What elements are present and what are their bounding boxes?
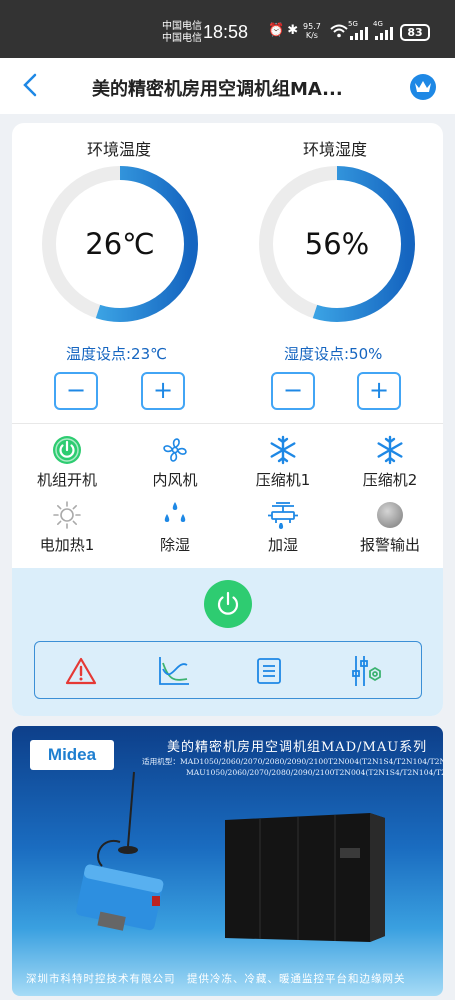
- fan-icon: [120, 435, 230, 465]
- status-electric-heater-1: 电加热1: [12, 500, 122, 555]
- power-icon: [217, 591, 239, 615]
- snowflake-icon: [228, 435, 338, 465]
- status-label: 压缩机2: [362, 471, 418, 489]
- heater-icon: [12, 500, 122, 530]
- status-humidify: 加湿: [228, 500, 338, 555]
- trend-chart-icon: [159, 657, 189, 685]
- alarm-clock-icon: ⏰: [268, 23, 288, 38]
- humidity-label: 环境湿度: [303, 140, 368, 159]
- carrier-1: 中国电信: [162, 21, 202, 32]
- signal-5g-icon: 5G: [348, 20, 370, 45]
- temperature-setpoint: 温度设点:23℃: [66, 345, 167, 363]
- alarm-warning-icon: [65, 657, 97, 685]
- status-alarm-output: 报警输出: [335, 500, 443, 555]
- page-title: 美的精密机房用空调机组MA...: [92, 79, 343, 100]
- device-status-card: 环境温度 26℃ 温度设点:23℃ − + 环境湿度 56% 湿度设点:50% …: [12, 123, 443, 716]
- network-speed-value: 95.7: [303, 22, 321, 31]
- temperature-decrease-button[interactable]: −: [54, 372, 98, 410]
- water-drops-icon: [120, 500, 230, 530]
- gateway-device-image: [76, 771, 164, 931]
- carrier-names: 中国电信 中国电信: [162, 21, 202, 45]
- status-dehumidify: 除湿: [120, 500, 230, 555]
- status-label: 压缩机1: [255, 471, 311, 489]
- status-label: 电加热1: [39, 536, 95, 554]
- status-unit-running: 机组开机: [12, 435, 122, 490]
- vip-crown-button[interactable]: [410, 74, 436, 100]
- alarm-button[interactable]: [63, 654, 99, 688]
- product-banner[interactable]: Midea 美的精密机房用空调机组MAD/MAU系列 适用机型：MAD1050/…: [12, 726, 443, 996]
- nav-bar: 美的精密机房用空调机组MA...: [0, 58, 455, 114]
- status-compressor-1: 压缩机1: [228, 435, 338, 490]
- banner-title: 美的精密机房用空调机组MAD/MAU系列: [167, 740, 428, 755]
- power-button[interactable]: [204, 580, 252, 628]
- humidity-decrease-button[interactable]: −: [271, 372, 315, 410]
- clock: 18:58: [203, 22, 249, 42]
- status-label: 除湿: [159, 536, 190, 554]
- bluetooth-icon: ✱: [287, 23, 302, 38]
- temperature-increase-button[interactable]: +: [141, 372, 185, 410]
- carrier-2: 中国电信: [162, 33, 202, 44]
- wifi-icon: [330, 24, 348, 41]
- status-label: 机组开机: [36, 471, 97, 489]
- status-icons: ⏰✱: [268, 23, 301, 38]
- status-label: 加湿: [267, 536, 298, 554]
- status-bar: 中国电信 中国电信 18:58 ⏰✱ 95.7 K/s 5G 4G 83: [0, 0, 455, 58]
- battery-indicator: 83: [400, 24, 430, 41]
- status-compressor-2: 压缩机2: [335, 435, 443, 490]
- trend-button[interactable]: [156, 654, 192, 688]
- function-toolbar: [34, 641, 422, 699]
- humidity-increase-button[interactable]: +: [357, 372, 401, 410]
- net-type-2: 4G: [373, 20, 383, 28]
- back-button[interactable]: [22, 72, 38, 103]
- records-button[interactable]: [251, 654, 287, 688]
- network-speed-unit: K/s: [305, 31, 318, 40]
- control-panel: [12, 568, 443, 716]
- humidifier-icon: [228, 500, 338, 530]
- settings-button[interactable]: [349, 654, 385, 688]
- network-speed: 95.7 K/s: [303, 22, 321, 40]
- snowflake-icon: [335, 435, 443, 465]
- chevron-left-icon: [23, 73, 37, 97]
- status-indoor-fan: 内风机: [120, 435, 230, 490]
- status-label: 报警输出: [359, 536, 420, 554]
- list-document-icon: [257, 658, 281, 684]
- divider: [12, 423, 443, 424]
- temperature-label: 环境温度: [87, 140, 152, 159]
- air-conditioner-cabinet-image: [225, 813, 385, 942]
- humidity-setpoint: 湿度设点:50%: [284, 345, 383, 363]
- alarm-indicator-icon: [335, 500, 443, 530]
- banner-footer: 深圳市科特时控技术有限公司 提供冷冻、冷藏、暖通监控平台和边缘网关: [26, 973, 406, 985]
- status-label: 内风机: [152, 471, 198, 489]
- temperature-value: 26℃: [85, 227, 155, 261]
- crown-icon: [415, 81, 431, 92]
- signal-4g-icon: 4G: [373, 20, 395, 45]
- power-on-icon: [12, 435, 122, 465]
- humidity-value: 56%: [304, 227, 370, 261]
- net-type-1: 5G: [348, 20, 358, 28]
- settings-sliders-icon: [352, 656, 381, 686]
